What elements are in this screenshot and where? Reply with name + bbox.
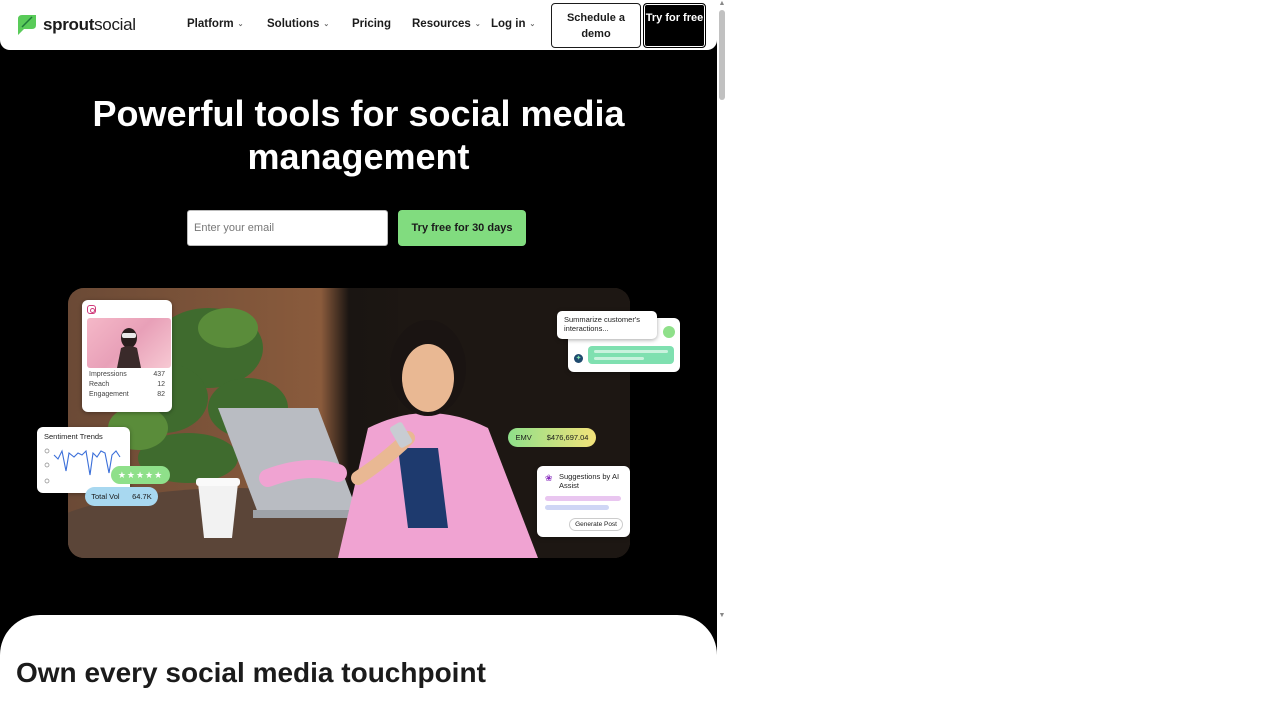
try-for-free-button[interactable]: Try for free — [643, 3, 706, 48]
chevron-down-icon: ⌄ — [474, 21, 481, 28]
stat-label: Reach — [89, 381, 110, 388]
nav-login[interactable]: Log in ⌄ — [491, 18, 535, 30]
emv-pill: EMV $476,697.04 — [508, 428, 596, 447]
sprout-social-logo[interactable]: sproutsocial — [16, 13, 136, 36]
chevron-down-icon: ⌄ — [529, 21, 536, 28]
sprout-leaf-icon — [18, 15, 36, 35]
suggestions-title-text: Suggestions by AI Assist — [559, 472, 620, 490]
chevron-down-icon: ⌄ — [323, 21, 330, 28]
nav-resources[interactable]: Resources ⌄ — [412, 18, 481, 30]
emv-value: $476,697.04 — [546, 433, 589, 442]
nav-solutions[interactable]: Solutions ⌄ — [267, 18, 329, 30]
try-free-30-days-button[interactable]: Try free for 30 days — [398, 210, 526, 246]
ai-response-bubble — [588, 346, 674, 364]
hero-title: Powerful tools for social media manageme… — [92, 93, 625, 177]
total-volume-pill: Total Vol 64.7K — [85, 487, 158, 506]
stat-value: 12 — [157, 381, 165, 388]
stat-value: 437 — [153, 371, 165, 378]
instagram-post-thumbnail — [87, 318, 171, 368]
schedule-demo-button[interactable]: Schedule a demo — [551, 3, 641, 48]
suggestion-line — [545, 505, 609, 510]
nav-platform-label: Platform — [187, 18, 234, 30]
nav-pricing[interactable]: Pricing — [352, 18, 391, 30]
chevron-down-icon: ⌄ — [237, 21, 244, 28]
ai-assist-icon: ❀ — [545, 473, 553, 483]
stat-row-engagement: Engagement 82 — [87, 391, 167, 398]
instagram-icon — [87, 305, 96, 314]
scroll-down-icon[interactable]: ▼ — [718, 612, 726, 620]
suggestions-title: ❀ Suggestions by AI Assist — [545, 472, 622, 490]
nav-solutions-label: Solutions — [267, 18, 320, 30]
nav-pricing-label: Pricing — [352, 18, 391, 30]
scrollbar-thumb[interactable] — [719, 10, 725, 100]
site-header: sproutsocial Platform ⌄ Solutions ⌄ Pric… — [0, 0, 717, 50]
blank-area — [727, 0, 1280, 720]
instagram-stats-card: Impressions 437 Reach 12 Engagement 82 — [82, 300, 172, 412]
email-input[interactable] — [187, 210, 388, 246]
scroll-up-icon[interactable]: ▲ — [718, 0, 726, 8]
emv-label: EMV — [515, 433, 532, 442]
logo-text: sproutsocial — [43, 14, 136, 34]
suggestion-line — [545, 496, 621, 501]
stat-label: Engagement — [89, 391, 129, 398]
page-viewport: sproutsocial Platform ⌄ Solutions ⌄ Pric… — [0, 0, 717, 720]
nav-resources-label: Resources — [412, 18, 471, 30]
stat-row-reach: Reach 12 — [87, 381, 167, 388]
total-volume-value: 64.7K — [132, 492, 152, 501]
stat-row-impressions: Impressions 437 — [87, 371, 167, 378]
nav-platform[interactable]: Platform ⌄ — [187, 18, 244, 30]
generate-post-button[interactable]: Generate Post — [569, 518, 623, 531]
sentiment-title: Sentiment Trends — [44, 432, 103, 441]
vertical-scrollbar[interactable]: ▲ ▼ — [717, 0, 727, 720]
stat-value: 82 — [157, 391, 165, 398]
total-volume-label: Total Vol — [91, 492, 120, 501]
stat-label: Impressions — [89, 371, 127, 378]
summarize-prompt-bubble: Summarize customer's interactions... — [557, 311, 657, 339]
status-dot-icon — [663, 326, 675, 338]
rating-stars-icon: ★★★★★ — [111, 466, 170, 484]
section-title: Own every social media touchpoint — [16, 657, 486, 688]
nav-login-label: Log in — [491, 18, 526, 30]
ai-sparkle-icon: ✦ — [574, 354, 583, 363]
ai-suggestions-card: ❀ Suggestions by AI Assist Generate Post — [537, 466, 630, 537]
